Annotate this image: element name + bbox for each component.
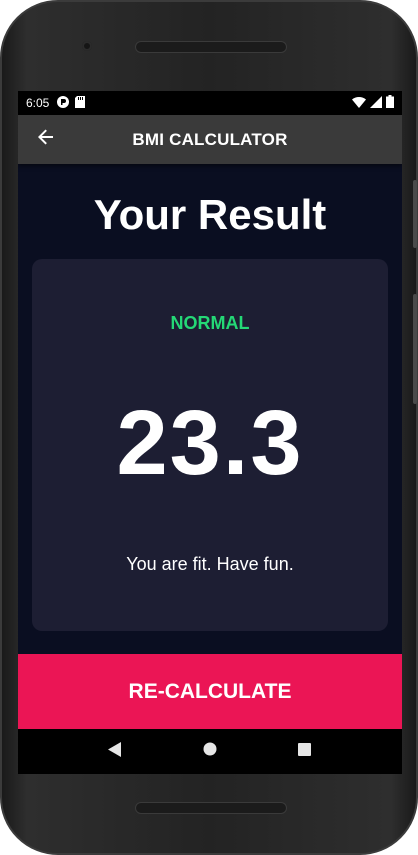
volume-button (413, 294, 417, 404)
bmi-status: NORMAL (170, 313, 250, 333)
recalculate-button[interactable]: RE-CALCULATE (18, 654, 402, 729)
status-time: 6:05 (26, 96, 50, 110)
nav-home-button[interactable] (198, 740, 222, 764)
top-speaker (135, 41, 287, 53)
navigation-bar (18, 729, 402, 774)
nav-back-button[interactable] (103, 740, 127, 764)
bmi-advice: You are fit. Have fun. (126, 554, 294, 574)
front-camera (82, 41, 92, 51)
device-frame: 6:05 BMI CALCULATOR Your Result NORMAL 2… (0, 0, 418, 855)
recents-square-icon (298, 742, 312, 761)
battery-icon (386, 95, 394, 111)
nav-recents-button[interactable] (293, 740, 317, 764)
power-button (413, 180, 417, 248)
wifi-icon (352, 96, 366, 111)
bmi-value: 23.3 (116, 392, 304, 494)
home-circle-icon (203, 742, 217, 761)
notification-icon (57, 95, 70, 111)
bottom-speaker (135, 802, 287, 814)
status-right (352, 95, 394, 111)
arrow-left-icon (37, 128, 55, 151)
app-bar: BMI CALCULATOR (18, 115, 402, 164)
back-button[interactable] (32, 125, 60, 153)
back-triangle-icon (108, 741, 122, 762)
screen: 6:05 BMI CALCULATOR Your Result NORMAL 2… (18, 91, 402, 774)
result-heading: Your Result (93, 191, 327, 238)
status-bar: 6:05 (18, 91, 402, 115)
sd-card-icon (75, 95, 86, 111)
app-title: BMI CALCULATOR (132, 129, 288, 149)
signal-icon (370, 95, 382, 111)
result-card: NORMAL 23.3 You are fit. Have fun. (32, 259, 388, 631)
